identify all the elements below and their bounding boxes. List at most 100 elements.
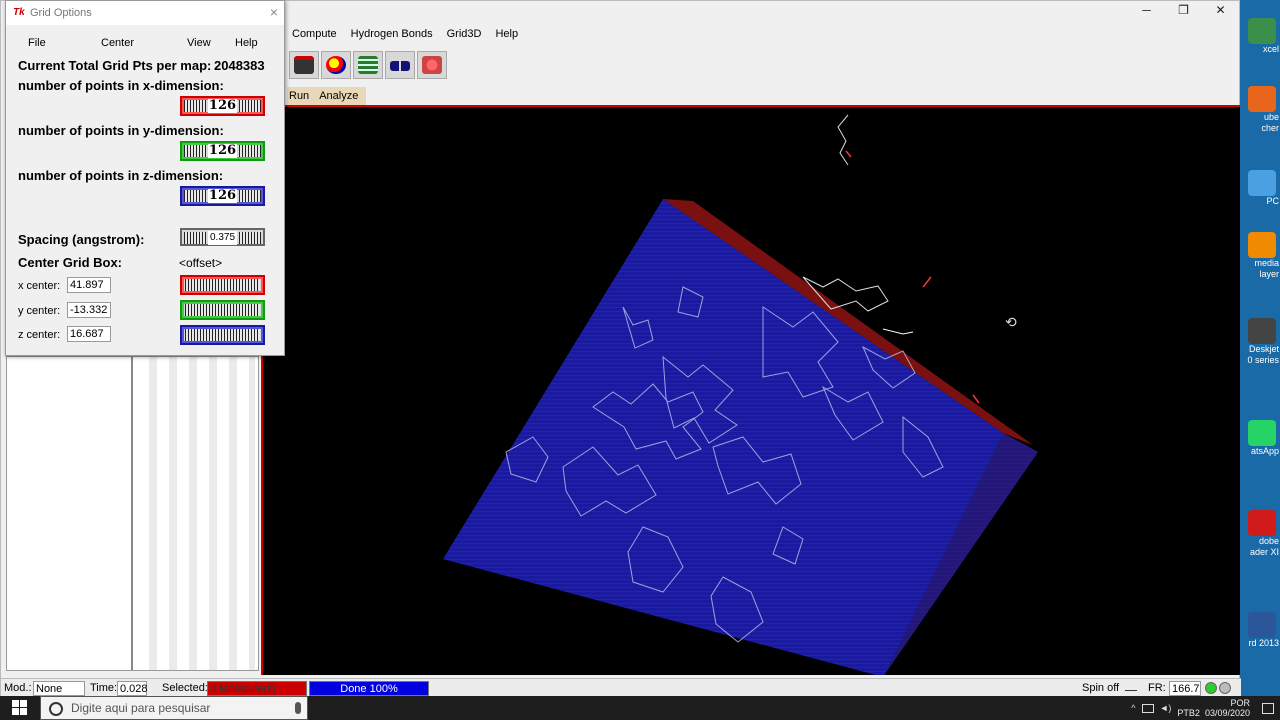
y-points-dial[interactable]: 126 bbox=[180, 141, 265, 161]
tray-chevron-icon[interactable]: ^ bbox=[1131, 703, 1135, 713]
tray-date: 03/09/2020 bbox=[1204, 708, 1250, 718]
desktop-icon[interactable]: Deskjet 0 series bbox=[1240, 318, 1280, 366]
molecule-viewer-canvas[interactable]: ⟲ bbox=[261, 105, 1240, 675]
dial-ticks bbox=[184, 100, 206, 112]
fr-label: FR: bbox=[1148, 682, 1166, 694]
maximize-button[interactable]: ❐ bbox=[1165, 1, 1202, 19]
panel-divider[interactable] bbox=[131, 357, 133, 670]
mod-field: None bbox=[33, 681, 85, 696]
desktop-app-icon bbox=[1248, 86, 1276, 112]
search-placeholder: Digite aqui para pesquisar bbox=[71, 701, 211, 715]
desktop-icon[interactable]: xcel bbox=[1240, 18, 1280, 55]
menu-compute[interactable]: Compute bbox=[285, 25, 344, 43]
dialog-menu-view[interactable]: View bbox=[187, 37, 211, 49]
start-button[interactable] bbox=[4, 698, 34, 718]
tray-clock[interactable]: POR PTB2 03/09/2020 bbox=[1177, 698, 1250, 718]
x-points-value: 126 bbox=[208, 98, 237, 113]
z-points-value: 126 bbox=[208, 188, 237, 203]
toolbar bbox=[289, 51, 447, 81]
dial-ticks bbox=[239, 232, 261, 244]
x-center-dial[interactable] bbox=[180, 275, 265, 295]
close-button[interactable]: ✕ bbox=[1202, 1, 1239, 19]
minimize-button[interactable]: ─ bbox=[1128, 1, 1165, 19]
dialog-menu-center[interactable]: Center bbox=[101, 37, 134, 49]
mod-label: Mod.: bbox=[4, 682, 32, 694]
status-lights bbox=[1205, 682, 1231, 694]
color-spheres-icon bbox=[326, 56, 346, 74]
desktop-app-icon bbox=[1248, 170, 1276, 196]
desktop-icon-label: Deskjet 0 series bbox=[1247, 344, 1279, 365]
color-tool-button[interactable] bbox=[321, 51, 351, 79]
desktop-background: xcel ube cher PC media layer Deskjet 0 series at… bbox=[1240, 0, 1280, 696]
desktop-icon[interactable]: atsApp bbox=[1240, 420, 1280, 457]
spacing-dial[interactable]: 0.375 bbox=[180, 228, 265, 246]
z-center-input[interactable]: 16.687 bbox=[67, 326, 111, 342]
x-center-label: x center: bbox=[18, 280, 61, 292]
desktop-app-icon bbox=[1248, 510, 1276, 536]
grid-tool-button[interactable] bbox=[353, 51, 383, 79]
z-points-dial[interactable]: 126 bbox=[180, 186, 265, 206]
tab-analyze[interactable]: Analyze bbox=[317, 87, 366, 105]
taskbar: Digite aqui para pesquisar ^ ◄) POR PTB2… bbox=[0, 696, 1280, 720]
system-tray: ^ ◄) POR PTB2 03/09/2020 bbox=[1131, 696, 1280, 720]
offset-label: <offset> bbox=[179, 256, 223, 270]
tray-network-icon[interactable] bbox=[1141, 703, 1154, 713]
tab-run[interactable]: Run bbox=[287, 87, 317, 105]
spacing-label: Spacing (angstrom): bbox=[18, 232, 145, 247]
taskbar-search-box[interactable]: Digite aqui para pesquisar bbox=[40, 696, 308, 720]
tray-volume-icon[interactable]: ◄) bbox=[1160, 703, 1172, 713]
display-tool-button[interactable] bbox=[289, 51, 319, 79]
surface-tool-button[interactable] bbox=[417, 51, 447, 79]
total-grid-points-value: 2048383 bbox=[214, 58, 265, 73]
progress-bar: Done 100% bbox=[309, 681, 429, 696]
tray-language: POR bbox=[1230, 698, 1250, 708]
x-center-input[interactable]: 41.897 bbox=[67, 277, 111, 293]
desktop-icon[interactable]: PC bbox=[1240, 170, 1280, 207]
y-points-label: number of points in y-dimension: bbox=[18, 123, 224, 138]
z-center-dial[interactable] bbox=[180, 325, 265, 345]
x-points-dial[interactable]: 126 bbox=[180, 96, 265, 116]
y-center-label: y center: bbox=[18, 305, 61, 317]
z-points-label: number of points in z-dimension: bbox=[18, 168, 224, 183]
panel-column-strip bbox=[137, 357, 255, 670]
desktop-icon-label: PC bbox=[1266, 196, 1279, 206]
status-bar: Mod.: None Time: 0.028 Selected: 0 Molec… bbox=[1, 678, 1241, 697]
desktop-app-icon bbox=[1248, 420, 1276, 446]
dialog-title: Grid Options bbox=[30, 7, 92, 19]
monitor-icon bbox=[294, 56, 314, 74]
dialog-menu-file[interactable]: File bbox=[28, 37, 46, 49]
spin-toggle[interactable]: Spin off bbox=[1082, 681, 1119, 696]
desktop-icon-label: rd 2013 bbox=[1248, 638, 1279, 648]
desktop-icon[interactable]: media layer bbox=[1240, 232, 1280, 280]
dial-ticks bbox=[239, 100, 261, 112]
selected-field: 0 Molecule(s) bbox=[207, 681, 307, 696]
stereo-tool-button[interactable] bbox=[385, 51, 415, 79]
desktop-app-icon bbox=[1248, 612, 1276, 638]
desktop-app-icon bbox=[1248, 232, 1276, 258]
desktop-icon[interactable]: rd 2013 bbox=[1240, 612, 1280, 649]
3d-glasses-icon bbox=[390, 61, 410, 71]
molecule-surface-icon bbox=[422, 56, 442, 74]
menu-help[interactable]: Help bbox=[488, 25, 525, 43]
dialog-menu-help[interactable]: Help bbox=[235, 37, 258, 49]
sub-tab-bar: Run Analyze bbox=[287, 87, 367, 105]
dashboard-panel bbox=[6, 356, 259, 671]
spin-toggle-icon bbox=[1125, 684, 1137, 691]
y-center-dial[interactable] bbox=[180, 300, 265, 320]
menu-hydrogen-bonds[interactable]: Hydrogen Bonds bbox=[344, 25, 440, 43]
y-center-input[interactable]: -13.332 bbox=[67, 302, 111, 318]
dialog-close-button[interactable]: × bbox=[270, 4, 278, 20]
grid-options-dialog: Tk Grid Options × File Center View Help … bbox=[5, 0, 285, 356]
desktop-icon[interactable]: dobe ader XI bbox=[1240, 510, 1280, 558]
desktop-icon-label: atsApp bbox=[1250, 446, 1279, 456]
y-points-value: 126 bbox=[208, 143, 237, 158]
notification-icon[interactable] bbox=[1262, 702, 1274, 714]
tk-logo-icon: Tk bbox=[13, 7, 25, 18]
rotation-cursor-icon: ⟲ bbox=[1005, 315, 1017, 331]
microphone-icon[interactable] bbox=[295, 702, 301, 714]
desktop-icon[interactable]: ube cher bbox=[1240, 86, 1280, 134]
menu-grid3d[interactable]: Grid3D bbox=[440, 25, 489, 43]
desktop-icon-label: ube cher bbox=[1261, 112, 1279, 133]
dialog-titlebar[interactable]: Tk Grid Options × bbox=[6, 1, 284, 25]
dialog-menubar: File Center View Help bbox=[6, 35, 284, 53]
